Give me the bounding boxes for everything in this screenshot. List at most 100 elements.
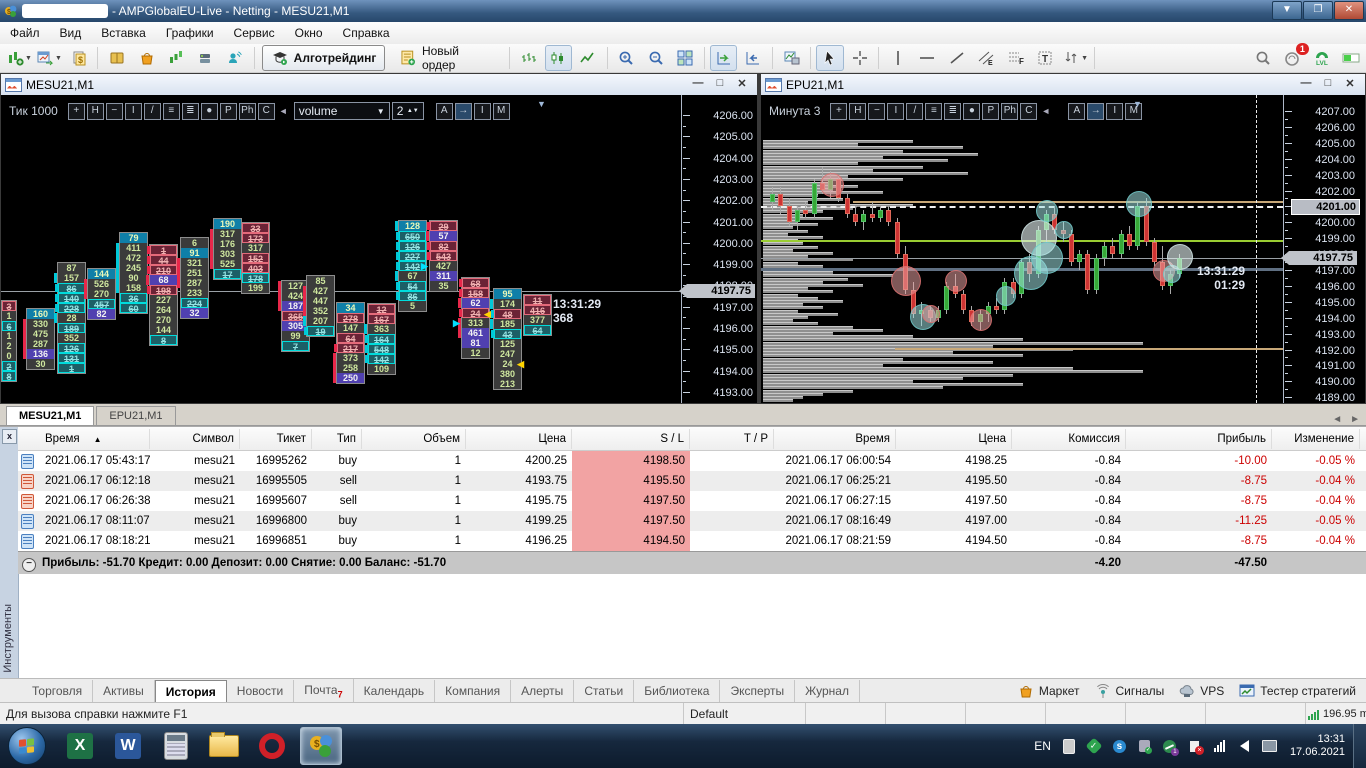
lvl-icon[interactable]: LVL [1308,45,1335,71]
chart-tool-button-1[interactable]: H [849,102,867,120]
column-header-1[interactable]: Символ [150,429,240,449]
column-header-12[interactable]: Изменение [1272,429,1360,449]
chart-tool-button-6[interactable]: ≣ [944,102,962,120]
chart-restore-button[interactable]: □ [709,77,731,90]
chart-mode-button-M[interactable]: M [492,102,510,120]
table-row[interactable]: 2021.06.17 08:18:21 mesu21 16996851 buy 1 419… [18,531,1366,551]
chart-profile-icon[interactable]: ▼ [35,45,63,71]
chart-window-mesu21[interactable]: MESU21,M1 — □ ✕ Тик 1000 + H − I / ≡ ≣ ● P Ph C ◄ volum… [1,74,757,403]
tab-Эксперты[interactable]: Эксперты [720,680,796,702]
navigator-icon[interactable] [162,45,189,71]
taskbar-app-word[interactable]: W [108,728,148,764]
fibonacci-icon[interactable]: F [1002,45,1029,71]
zoom-in-icon[interactable] [613,45,640,71]
connection-icon[interactable] [1337,45,1364,71]
taskbar-clock[interactable]: 13:31 17.06.2021 [1290,733,1345,759]
sound-icon[interactable]: ◄ [279,106,288,116]
column-header-3[interactable]: Тип [312,429,362,449]
taskbar-app-explorer[interactable] [204,728,244,764]
column-header-0[interactable]: Время ▲ [40,429,150,449]
flag-error-tray-icon[interactable]: × [1186,738,1204,755]
taskbar-app-metatrader[interactable]: $ [300,727,342,765]
chart-tool-button-2[interactable]: − [868,102,886,120]
chart-tab-MESU21,M1[interactable]: MESU21,M1 [6,406,95,425]
status-profile[interactable]: Default [684,703,806,725]
chart-mode-button-A[interactable]: A [1068,102,1086,120]
tab-scroll-right-icon[interactable]: ► [1350,414,1360,425]
signals-service-icon[interactable] [221,45,248,71]
vertical-line-icon[interactable] [884,45,911,71]
cluster-column[interactable]: 95 174 48 185 43 125 247 24 ◀ 380 213 [490,288,524,390]
table-row[interactable]: 2021.06.17 05:43:17 mesu21 16995262 buy 1 420… [18,451,1366,471]
language-indicator[interactable]: EN [1034,739,1051,753]
chart-tool-button-6[interactable]: ≣ [181,102,199,120]
cluster-column[interactable]: 12 167 363 164 548 142 109 [364,303,396,375]
market-icon[interactable] [133,45,160,71]
volume-tray-icon[interactable] [1236,738,1253,755]
column-header-7[interactable]: T / P [690,429,774,449]
symbols-icon[interactable]: $ [65,45,92,71]
service-vps-cloud[interactable]: VPS [1178,682,1224,700]
candles-chart-icon[interactable] [544,45,573,71]
taskbar-app-calculator[interactable] [156,728,196,764]
tab-Календарь[interactable]: Календарь [354,680,436,702]
cluster-column[interactable]: 1 44 210 68 198 227 264 270 144 8 [146,244,178,346]
chart-mode-button-A[interactable]: A [435,102,453,120]
cluster-column[interactable]: 34 278 147 64 217 373 258 250 [333,302,365,384]
chart-minimize-button[interactable]: — [687,77,709,90]
volume-spinner[interactable]: 2 ▲▼ [391,102,424,120]
menu-item-0[interactable]: Файл [0,23,50,43]
cluster-column[interactable]: 85 427 447 352 207 19 [303,275,335,337]
text-label-icon[interactable]: T [1032,45,1059,71]
chart-close-button[interactable]: ✕ [1339,77,1361,90]
signal-tray-icon[interactable] [1211,738,1228,755]
bars-chart-icon[interactable] [515,45,542,71]
service-signals-antenna[interactable]: Сигналы [1094,682,1164,700]
start-button[interactable] [8,727,46,765]
chart-tool-button-1[interactable]: H [86,102,104,120]
column-header-9[interactable]: Цена [896,429,1012,449]
tab-Активы[interactable]: Активы [93,680,155,702]
chart-restore-button[interactable]: □ [1317,77,1339,90]
chart-tool-button-0[interactable]: + [67,102,85,120]
virtual-hosting-icon[interactable] [192,45,219,71]
chart-mode-button-→[interactable]: → [454,102,472,120]
chart-tool-button-10[interactable]: C [1020,102,1038,120]
new-order-button[interactable]: Новый ордер [391,44,502,72]
chart-tool-button-5[interactable]: ≡ [162,102,180,120]
restore-button[interactable]: ❐ [1303,1,1333,20]
cluster-column[interactable]: 29 57 82 543 427 ▶ 311 35 [421,220,458,292]
cluster-column[interactable]: 6 91 321 251 287 233 224 32 [177,237,209,319]
chart-mode-button-I[interactable]: I [473,102,491,120]
chart-mode-button-I[interactable]: I [1106,102,1124,120]
menu-item-1[interactable]: Вид [50,23,92,43]
cluster-column[interactable]: 79 411 472 245 90 158 36 60 [116,232,148,314]
cluster-chart-area[interactable]: Тик 1000 + H − I / ≡ ≣ ● P Ph C ◄ volume ▼ 2 ▲▼ A → I M ▼ 3 1 6 1… [1,95,757,403]
chart-window-epu21[interactable]: EPU21,M1 — □ ✕ Минута 3 + H − I / ≡ ≣ ● P Ph C ◄ A → I M ▼ 4… [761,74,1365,403]
toolbox-close-icon[interactable]: x [2,429,17,444]
algotrading-button[interactable]: Алготрейдинг [261,45,386,71]
show-desktop-button[interactable] [1353,724,1366,768]
chart-tool-button-2[interactable]: − [105,102,123,120]
chart-tool-button-8[interactable]: P [219,102,237,120]
menu-item-2[interactable]: Вставка [91,23,156,43]
network-plug-tray-icon[interactable] [1261,738,1278,755]
usb-tray-icon[interactable]: ✓ [1136,738,1153,755]
publish-chart-icon[interactable] [778,45,805,71]
new-chart-icon[interactable]: ▼ [5,45,33,71]
chart-close-button[interactable]: ✕ [731,77,753,90]
cluster-column[interactable]: 31612028 [1,300,17,382]
table-row[interactable]: 2021.06.17 06:12:18 mesu21 16995505 sell 1 41… [18,471,1366,491]
table-row[interactable]: 2021.06.17 06:26:38 mesu21 16995607 sell 1 41… [18,491,1366,511]
shield-tray-icon[interactable]: ✓ [1085,737,1103,755]
trendline-icon[interactable] [943,45,970,71]
volume-select[interactable]: volume ▼ [293,102,390,120]
chart-shift-icon[interactable] [739,45,766,71]
notifications-icon[interactable]: 1 [1278,43,1309,71]
tab-Статьи[interactable]: Статьи [574,680,635,702]
chart-tab-EPU21,M1[interactable]: EPU21,M1 [96,406,176,425]
service-strategy-tester[interactable]: Тестер стратегий [1238,682,1356,700]
chart-tool-button-7[interactable]: ● [963,102,981,120]
chart-tool-button-4[interactable]: / [143,102,161,120]
crosshair-icon[interactable] [846,45,873,71]
